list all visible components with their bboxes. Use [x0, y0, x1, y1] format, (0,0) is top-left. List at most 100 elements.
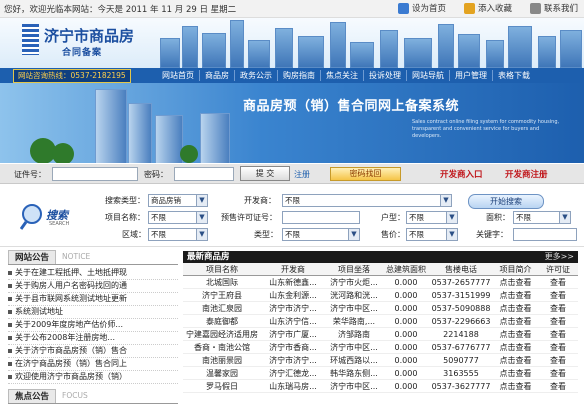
list-item[interactable]: 关于购房人用户名密码找回的通: [8, 280, 178, 293]
id-input[interactable]: [52, 167, 138, 181]
floor-area-cell: 0.000: [383, 275, 429, 289]
nav-site-map[interactable]: 网站导航: [406, 70, 449, 81]
project-name-cell: 北城国际: [183, 275, 261, 289]
permit-link[interactable]: 查看: [538, 353, 578, 367]
table-header-row: 项目名称 开发商 项目坐落 总建筑面积 售楼电话 项目简介 许可证: [183, 263, 578, 276]
permit-link[interactable]: 查看: [538, 379, 578, 393]
list-item[interactable]: 欢迎使用济宁市商品房预（销）: [8, 371, 178, 384]
intro-link[interactable]: 点击查看: [493, 314, 538, 328]
register-link[interactable]: 注册: [294, 169, 310, 180]
location-cell: 韩华路东侧...: [325, 366, 383, 380]
developer-cell: 济宁市济宁...: [261, 353, 325, 367]
add-favorite-link[interactable]: 添入收藏: [463, 2, 512, 14]
type-select[interactable]: 不限 ▼: [282, 228, 360, 241]
floor-area-cell: 0.000: [383, 340, 429, 354]
list-item[interactable]: 在济宁商品房预（销）售合同上: [8, 358, 178, 371]
intro-link[interactable]: 点击查看: [493, 379, 538, 393]
submit-button[interactable]: 提 交: [240, 166, 290, 181]
permit-link[interactable]: 查看: [538, 301, 578, 315]
project-name-cell: 宁建嘉园经济适用房: [183, 327, 261, 341]
nav-gov-notice[interactable]: 政务公示: [234, 70, 277, 81]
table-row: 宁建嘉园经济适用房 济宁市广厦... 济邹路南 0.000 2214188 点击查看 查看: [183, 327, 578, 341]
phone-cell: 0537-6776777: [429, 340, 493, 354]
nav-forms-download[interactable]: 表格下载: [492, 70, 535, 81]
tab-focus-notice[interactable]: 焦点公告: [8, 389, 57, 403]
start-search-button[interactable]: 开始搜索: [468, 194, 544, 209]
intro-link[interactable]: 点击查看: [493, 366, 538, 380]
list-item[interactable]: 关于在建工程抵押、土地抵押现: [8, 267, 178, 280]
search-type-select[interactable]: 商品房销 ▼: [148, 194, 208, 207]
location-cell: 济宁市中区...: [325, 301, 383, 315]
intro-link[interactable]: 点击查看: [493, 288, 538, 302]
password-input[interactable]: [174, 167, 234, 181]
permit-link[interactable]: 查看: [538, 288, 578, 302]
table-row: 罗马假日 山东瑞马房... 济宁市中区... 0.000 0537-3627777 点击查…: [183, 379, 578, 393]
nav-user-admin[interactable]: 用户管理: [449, 70, 492, 81]
price-label: 售价：: [381, 230, 405, 239]
developer-cell: 山东新德鑫...: [261, 275, 325, 289]
tab-focus-en[interactable]: FOCUS: [56, 389, 94, 403]
permit-link[interactable]: 查看: [538, 340, 578, 354]
welcome-text: 您好，欢迎光临本网站：今天是 2011 年 11 月 29 日 星期二: [4, 5, 237, 15]
area-label: 面积：: [486, 213, 510, 222]
skyline-graphic: [150, 18, 584, 68]
table-row: 北城国际 山东新德鑫... 济宁市火炬... 0.000 0537-2657777 点击查…: [183, 275, 578, 289]
developer-cell: 济宁市广厦...: [261, 327, 325, 341]
region-select[interactable]: 不限 ▼: [148, 228, 208, 241]
more-link[interactable]: 更多>>: [545, 251, 574, 263]
listing-table: 项目名称 开发商 项目坐落 总建筑面积 售楼电话 项目简介 许可证 北城国际 山东…: [183, 263, 578, 393]
developer-label: 开发商：: [244, 196, 276, 205]
col-floor-area: 总建筑面积: [383, 263, 429, 276]
chevron-down-icon: ▼: [348, 229, 359, 240]
area-select[interactable]: 不限 ▼: [513, 211, 571, 224]
add-favorite-label: 添入收藏: [477, 4, 512, 14]
phone-cell: 0537-5090888: [429, 301, 493, 315]
room-type-select[interactable]: 不限 ▼: [406, 211, 458, 224]
list-item[interactable]: 关于2009年度房地产估价师...: [8, 319, 178, 332]
permit-link[interactable]: 查看: [538, 314, 578, 328]
nav-complaints[interactable]: 投诉处理: [363, 70, 406, 81]
home-icon: [397, 2, 409, 14]
intro-link[interactable]: 点击查看: [493, 353, 538, 367]
project-name-select[interactable]: 不限 ▼: [148, 211, 208, 224]
intro-link[interactable]: 点击查看: [493, 327, 538, 341]
chevron-down-icon: ▼: [559, 212, 570, 223]
phone-cell: 0537-2296663: [429, 314, 493, 328]
tab-notice-en[interactable]: NOTICE: [56, 250, 96, 264]
hotline-badge: 网站咨询热线：0537-2182195: [13, 69, 131, 83]
find-password-button[interactable]: 密码找回: [330, 167, 401, 181]
permit-input[interactable]: [282, 211, 360, 224]
price-select[interactable]: 不限 ▼: [406, 228, 458, 241]
developer-register-link[interactable]: 开发商注册: [505, 168, 548, 180]
listing-body: 北城国际 山东新德鑫... 济宁市火炬... 0.000 0537-2657777 点击查…: [183, 275, 578, 393]
nav-focus[interactable]: 焦点关注: [320, 70, 363, 81]
site-subtitle: 合同备案: [62, 48, 103, 58]
list-item[interactable]: 系统测试地址: [8, 306, 178, 319]
developer-select[interactable]: 不限 ▼: [282, 194, 452, 207]
permit-link[interactable]: 查看: [538, 327, 578, 341]
set-homepage-link[interactable]: 设为首页: [397, 2, 446, 14]
nav-buying-guide[interactable]: 购房指南: [277, 70, 320, 81]
nav-home[interactable]: 网站首页: [157, 70, 199, 81]
nav-housing[interactable]: 商品房: [199, 70, 234, 81]
developer-entry-link[interactable]: 开发商入口: [440, 168, 483, 180]
keyword-input[interactable]: [513, 228, 577, 241]
developer-cell: 山东金利源...: [261, 288, 325, 302]
permit-link[interactable]: 查看: [538, 366, 578, 380]
table-row: 泰庭御都 山东济宁信... 荣华路南,... 0.000 0537-2296663 点击查…: [183, 314, 578, 328]
phone-cell: 0537-2657777: [429, 275, 493, 289]
banner-title: 商品房预（销）售合同网上备案系统: [243, 99, 460, 114]
site-title: 济宁市商品房: [44, 27, 135, 45]
intro-link[interactable]: 点击查看: [493, 340, 538, 354]
list-item[interactable]: 关于县市联网系统测试地址更新: [8, 293, 178, 306]
list-item[interactable]: 关于济宁市商品房预（销）售合: [8, 345, 178, 358]
list-item[interactable]: 关于公布2008年注册房地...: [8, 332, 178, 345]
tab-site-notice[interactable]: 网站公告: [8, 250, 57, 264]
location-cell: 济宁市中区...: [325, 379, 383, 393]
contact-link[interactable]: 联系我们: [529, 2, 578, 14]
location-cell: 济宁市中区...: [325, 340, 383, 354]
permit-link[interactable]: 查看: [538, 275, 578, 289]
intro-link[interactable]: 点击查看: [493, 301, 538, 315]
intro-link[interactable]: 点击查看: [493, 275, 538, 289]
room-type-label: 户型：: [381, 213, 405, 222]
